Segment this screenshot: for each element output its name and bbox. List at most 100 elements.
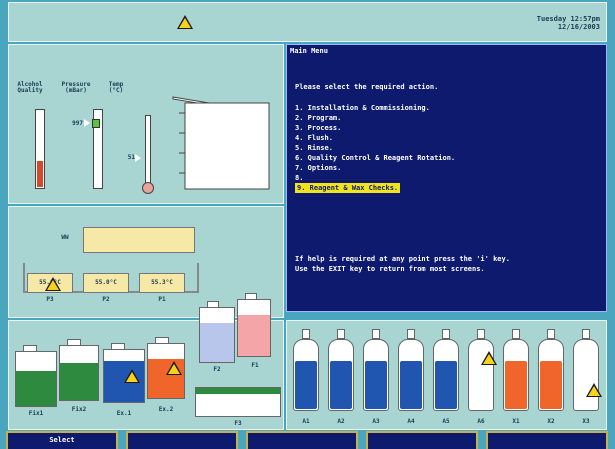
menu-items: 1. Installation & Commissioning. 2. Prog… bbox=[295, 103, 595, 193]
thermometer-bulb-icon bbox=[142, 182, 154, 194]
bottle-neck bbox=[547, 329, 555, 339]
container-f3-name: F3 bbox=[234, 420, 242, 427]
bottle-neck bbox=[442, 329, 450, 339]
container-f1-name: F1 bbox=[251, 362, 259, 369]
bottle-body bbox=[293, 339, 319, 411]
pressure-marker bbox=[92, 119, 100, 128]
alcohol-quality-label: Alcohol Quality bbox=[17, 81, 43, 94]
menu-item-2[interactable]: 2. Program. bbox=[295, 113, 595, 123]
temp-pointer-icon bbox=[135, 154, 141, 162]
bottle-fill bbox=[435, 361, 457, 409]
wax-reagent-p1-name: P1 bbox=[158, 296, 166, 303]
bottle-fill bbox=[470, 361, 492, 409]
container-fill bbox=[238, 315, 270, 356]
menu-prompt: Please select the required action. bbox=[295, 83, 439, 91]
bottle-body bbox=[468, 339, 494, 411]
bottle-neck bbox=[337, 329, 345, 339]
bottle-neck bbox=[407, 329, 415, 339]
temp-label: Temp (°C) bbox=[108, 81, 124, 94]
fkey-1[interactable]: Select bbox=[6, 431, 118, 449]
bottle-a6-warning-icon bbox=[481, 351, 497, 365]
bottle-a3[interactable] bbox=[363, 329, 389, 415]
container-fix2-name: Fix2 bbox=[71, 406, 87, 413]
bottle-x2[interactable] bbox=[538, 329, 564, 415]
bottle-a4-name: A4 bbox=[407, 418, 415, 425]
pressure-value: 997 bbox=[72, 120, 83, 127]
menu-item-9-selected[interactable]: 9. Reagent & Wax Checks. bbox=[295, 183, 595, 193]
retort-tank bbox=[172, 96, 270, 190]
menu-item-5[interactable]: 5. Rinse. bbox=[295, 143, 595, 153]
temp-gauge bbox=[145, 115, 151, 187]
fkey-1-label: Select bbox=[49, 436, 75, 444]
menu-item-3[interactable]: 3. Process. bbox=[295, 123, 595, 133]
menu-title: Main Menu bbox=[290, 47, 328, 55]
bottle-x3-name: X3 bbox=[582, 418, 590, 425]
menu-item-7[interactable]: 7. Options. bbox=[295, 163, 595, 173]
bottle-x1-name: X1 bbox=[512, 418, 520, 425]
bottle-a6[interactable] bbox=[468, 329, 494, 415]
bottle-a2[interactable] bbox=[328, 329, 354, 415]
container-ex2-name: Ex.2 bbox=[158, 406, 174, 413]
container-fill bbox=[200, 323, 234, 362]
container-fix2[interactable] bbox=[59, 339, 99, 401]
pressure-pointer-icon bbox=[84, 119, 90, 127]
container-f1[interactable] bbox=[237, 293, 271, 357]
bottles-panel: A1 A2 A3 A4 A5 A6 X1 X2 X3 bbox=[286, 320, 607, 430]
container-fill bbox=[196, 388, 280, 394]
bottle-neck bbox=[582, 329, 590, 339]
container-ex1-warning-icon bbox=[124, 369, 140, 383]
menu-item-9-label: 9. Reagent & Wax Checks. bbox=[295, 183, 401, 193]
menu-item-4[interactable]: 4. Flush. bbox=[295, 133, 595, 143]
bottle-fill bbox=[505, 361, 527, 409]
warning-triangle-icon bbox=[177, 15, 193, 29]
bottle-fill bbox=[330, 361, 352, 409]
bottle-body bbox=[573, 339, 599, 411]
bottle-body bbox=[398, 339, 424, 411]
wax-reagent-p2[interactable]: 55.0°C bbox=[83, 273, 129, 293]
bottle-a1[interactable] bbox=[293, 329, 319, 415]
bottle-a5-name: A5 bbox=[442, 418, 450, 425]
wax-label: WW bbox=[61, 234, 69, 241]
bottle-body bbox=[433, 339, 459, 411]
bottle-body bbox=[363, 339, 389, 411]
menu-help-line2: Use the EXIT key to return from most scr… bbox=[295, 265, 485, 273]
menu-help-line1: If help is required at any point press t… bbox=[295, 255, 510, 263]
container-f2-name: F2 bbox=[213, 366, 221, 373]
date-text: 12/16/2003 bbox=[557, 23, 600, 31]
bottle-body bbox=[328, 339, 354, 411]
wax-reagent-p2-temp: 55.0°C bbox=[95, 279, 117, 286]
day-time-text: Tuesday 12:57pm bbox=[536, 15, 600, 23]
main-menu: Main Menu Please select the required act… bbox=[286, 44, 607, 312]
container-fix1-name: Fix1 bbox=[28, 410, 44, 417]
bottle-x1[interactable] bbox=[503, 329, 529, 415]
temp-value: 51 bbox=[127, 154, 135, 161]
fkey-3[interactable] bbox=[246, 431, 358, 449]
container-fill bbox=[16, 371, 56, 406]
bottle-fill bbox=[295, 361, 317, 409]
menu-item-1[interactable]: 1. Installation & Commissioning. bbox=[295, 103, 595, 113]
container-f2[interactable] bbox=[199, 301, 235, 363]
container-f3[interactable] bbox=[195, 387, 281, 417]
bottle-a1-name: A1 bbox=[302, 418, 310, 425]
bottle-neck bbox=[477, 329, 485, 339]
header-bar: Tuesday 12:57pm 12/16/2003 bbox=[8, 2, 607, 42]
fkey-5[interactable] bbox=[486, 431, 608, 449]
menu-item-6[interactable]: 6. Quality Control & Reagent Rotation. bbox=[295, 153, 595, 163]
bottle-neck bbox=[302, 329, 310, 339]
bottle-a5[interactable] bbox=[433, 329, 459, 415]
bottle-fill bbox=[400, 361, 422, 409]
wax-bath bbox=[83, 227, 195, 253]
bottle-x3[interactable] bbox=[573, 329, 599, 415]
pressure-label: Pressure (mBar) bbox=[61, 81, 91, 94]
wax-reagent-p1[interactable]: 55.3°C bbox=[139, 273, 185, 293]
menu-item-8[interactable]: 8. bbox=[295, 173, 595, 183]
bottle-neck bbox=[512, 329, 520, 339]
fkey-4[interactable] bbox=[366, 431, 478, 449]
alcohol-quality-fill bbox=[37, 161, 43, 187]
bottle-x2-name: X2 bbox=[547, 418, 555, 425]
clock: Tuesday 12:57pm 12/16/2003 bbox=[537, 15, 600, 31]
container-fix1[interactable] bbox=[15, 345, 57, 407]
bottle-a4[interactable] bbox=[398, 329, 424, 415]
fkey-2[interactable] bbox=[126, 431, 238, 449]
wax-reagent-p2-name: P2 bbox=[102, 296, 110, 303]
